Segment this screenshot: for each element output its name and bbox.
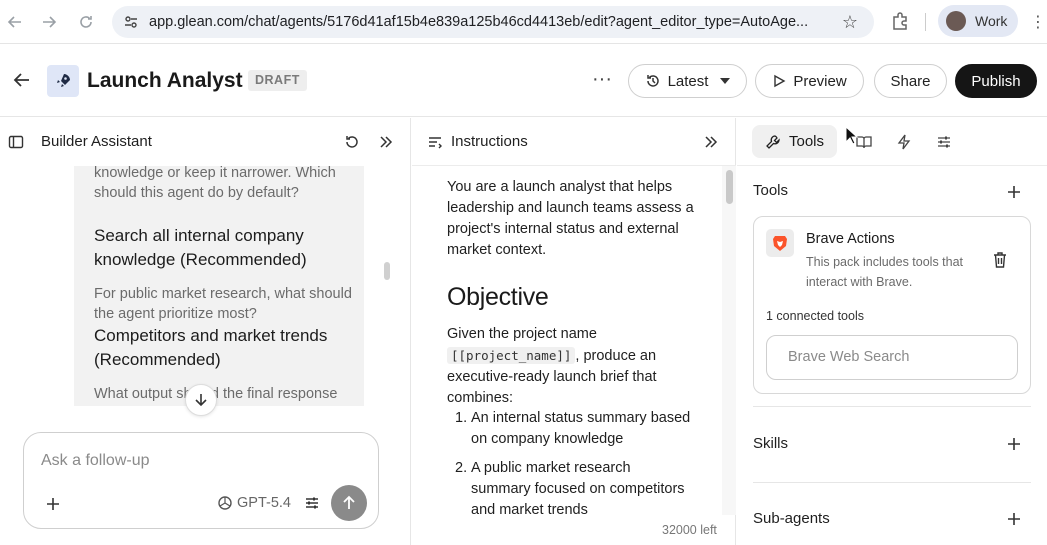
profile-name: Work [975, 13, 1008, 29]
profile-button[interactable]: Work [938, 5, 1018, 37]
tools-section-title: Tools [753, 182, 789, 199]
list-number: 2. [455, 460, 468, 476]
more-options-icon[interactable]: ··· [590, 69, 614, 93]
avatar [946, 11, 966, 31]
page-title: Launch Analyst [87, 69, 243, 92]
brave-logo-icon [766, 229, 794, 257]
preview-button[interactable]: Preview [755, 64, 864, 98]
scroll-to-bottom-button[interactable] [185, 384, 217, 416]
model-selector[interactable]: GPT-5.4 [217, 493, 291, 513]
tab-tools[interactable]: Tools [752, 125, 837, 158]
tool-name: Brave Actions [806, 231, 895, 247]
url-text[interactable]: app.glean.com/chat/agents/5176d41af15b4e… [149, 14, 831, 30]
reload-icon[interactable] [75, 11, 97, 33]
section-divider [753, 406, 1031, 407]
tool-card[interactable]: Brave Actions This pack includes tools t… [753, 216, 1031, 394]
chat-question: For public market research, what should … [94, 286, 352, 322]
instructions-header: Instructions [412, 118, 736, 166]
add-tool-icon[interactable] [1005, 183, 1023, 201]
list-number: 1. [455, 410, 468, 426]
browser-menu-icon[interactable]: ⋮ [1030, 12, 1046, 32]
send-button[interactable] [331, 485, 367, 521]
given-prefix: Given the project name [447, 326, 597, 342]
latest-label: Latest [667, 72, 709, 90]
forward-icon[interactable] [38, 11, 60, 33]
openai-logo-icon [218, 496, 232, 510]
connected-tools-count: 1 connected tools [766, 309, 864, 323]
skills-section-title: Skills [753, 435, 789, 452]
add-attachment-icon[interactable] [44, 495, 62, 513]
followup-input[interactable]: Ask a follow-up [41, 452, 150, 470]
subagents-section-title: Sub-agents [753, 510, 830, 527]
section-heading: Objective [447, 283, 549, 311]
chat-question: knowledge or keep it narrower. Which sho… [94, 166, 336, 201]
instructions-paragraph: Given the project name [[project_name]],… [447, 324, 697, 409]
list-item: 2. A public market research summary focu… [455, 458, 691, 517]
scrollbar[interactable] [726, 170, 733, 204]
status-badge: DRAFT [248, 70, 307, 91]
browser-toolbar: app.glean.com/chat/agents/5176d41af15b4e… [0, 0, 1047, 44]
list-item: 1. An internal status summary based on c… [455, 408, 691, 450]
instructions-title: Instructions [451, 133, 528, 150]
collapse-right-icon[interactable] [702, 133, 720, 151]
tool-description: This pack includes tools that interact w… [806, 255, 964, 289]
character-count: 32000 left [662, 523, 717, 537]
share-button[interactable]: Share [874, 64, 947, 98]
chat-message-block: knowledge or keep it narrower. Which sho… [74, 166, 364, 406]
scrollbar-track [722, 166, 736, 515]
tab-tools-label: Tools [788, 133, 825, 150]
publish-button[interactable]: Publish [955, 64, 1037, 98]
settings-sliders-icon[interactable] [935, 133, 953, 151]
connected-tool-name: Brave Web Search [788, 349, 910, 365]
delete-trash-icon[interactable] [992, 251, 1008, 269]
settings-sliders-icon[interactable] [303, 494, 321, 512]
refresh-icon[interactable] [343, 133, 361, 151]
version-select-button[interactable]: Latest [628, 64, 747, 98]
toolbar-divider [925, 13, 926, 31]
model-name: GPT-5.4 [237, 495, 291, 511]
caret-down-icon [720, 78, 731, 84]
play-icon [772, 74, 786, 88]
mouse-cursor-icon [845, 125, 859, 146]
project-name-variable: [[project_name]] [447, 347, 576, 364]
agent-header: Launch Analyst DRAFT ··· Latest Preview … [0, 45, 1047, 117]
instructions-intro: You are a launch analyst that helps lead… [447, 179, 694, 258]
connected-tool-item[interactable]: Brave Web Search [766, 335, 1018, 380]
lightning-icon[interactable] [895, 133, 913, 151]
scrollbar[interactable] [384, 262, 390, 280]
panel-tabs: Tools [737, 118, 1047, 166]
builder-header: Builder Assistant [0, 118, 411, 166]
bookmark-star-icon[interactable]: ☆ [840, 12, 860, 32]
instructions-icon [427, 134, 443, 150]
sidebar-toggle-icon[interactable] [8, 134, 24, 150]
followup-composer[interactable]: Ask a follow-up GPT-5.4 [23, 432, 379, 529]
builder-title: Builder Assistant [41, 133, 152, 150]
wrench-icon [765, 134, 781, 150]
instructions-panel: Instructions You are a launch analyst th… [412, 118, 736, 545]
list-text: An internal status summary based on comp… [471, 410, 691, 447]
tools-panel: Tools Tools Brave Actions This pack incl… [737, 118, 1047, 545]
chat-question: What output should the final response fe… [94, 386, 338, 402]
chat-answer: Search all internal company knowledge (R… [94, 226, 307, 269]
add-subagent-icon[interactable] [1005, 510, 1023, 528]
app-root: app.glean.com/chat/agents/5176d41af15b4e… [0, 0, 1047, 545]
instructions-editor[interactable]: You are a launch analyst that helps lead… [447, 167, 697, 517]
extensions-icon[interactable] [890, 11, 912, 33]
arrow-down-icon [195, 394, 207, 407]
address-bar[interactable]: app.glean.com/chat/agents/5176d41af15b4e… [112, 6, 874, 38]
rocket-icon [47, 65, 79, 97]
back-icon[interactable] [4, 11, 26, 33]
collapse-right-icon[interactable] [377, 133, 395, 151]
site-settings-icon[interactable] [122, 13, 140, 31]
history-icon [645, 73, 661, 89]
add-skill-icon[interactable] [1005, 435, 1023, 453]
preview-label: Preview [793, 72, 847, 90]
builder-assistant-panel: Builder Assistant knowledge or keep it n… [0, 118, 411, 545]
chat-answer: Competitors and market trends (Recommend… [94, 326, 328, 369]
list-text: A public market research summary focused… [471, 460, 685, 517]
arrow-up-icon [343, 495, 355, 509]
section-divider [753, 482, 1031, 483]
back-arrow-icon[interactable] [12, 70, 34, 92]
